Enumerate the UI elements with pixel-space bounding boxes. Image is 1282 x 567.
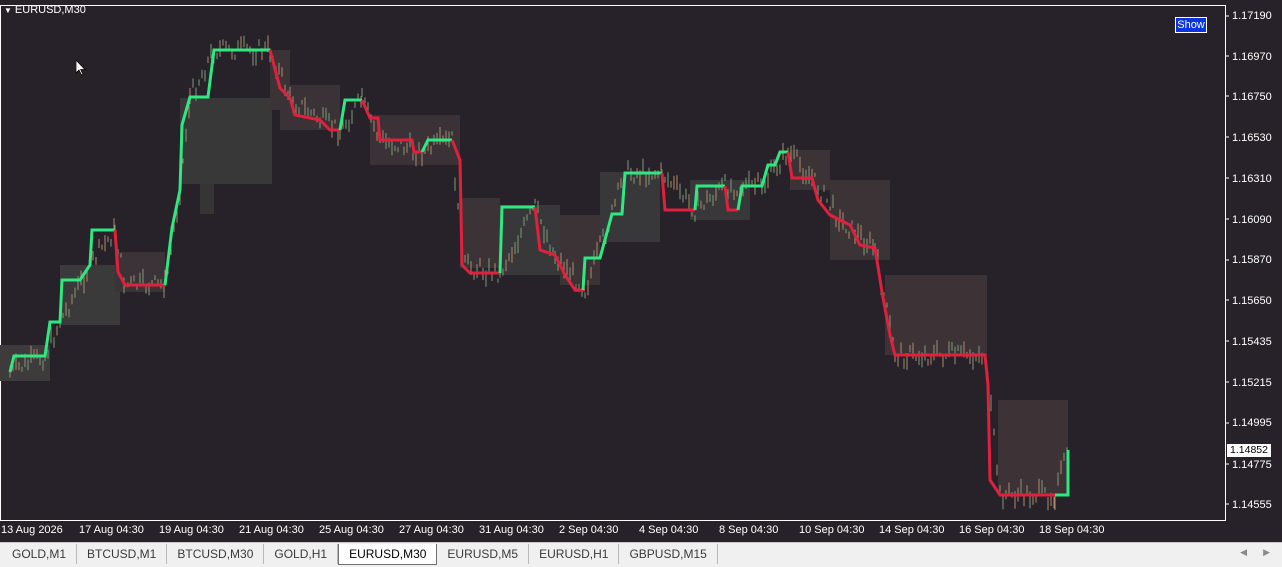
arrow-left-icon[interactable]: ◀	[1240, 547, 1247, 558]
tab-gold-h1[interactable]: GOLD,H1	[264, 544, 339, 564]
chart-tab-bar: GOLD,M1 BTCUSD,M1 BTCUSD,M30 GOLD,H1 EUR…	[0, 542, 1282, 567]
tab-gbpusd-m15[interactable]: GBPUSD,M15	[619, 544, 718, 564]
time-axis-label: 2 Sep 04:30	[559, 524, 619, 536]
triangle-down-icon[interactable]: ▼	[4, 6, 12, 15]
time-axis-label: 14 Sep 04:30	[879, 524, 945, 536]
time-axis-label: 21 Aug 04:30	[239, 524, 304, 536]
time-axis-label: 18 Sep 04:30	[1039, 524, 1105, 536]
price-axis-label: 1.14995	[1232, 417, 1272, 429]
time-axis-label: 25 Aug 04:30	[319, 524, 384, 536]
price-axis-label: 1.16750	[1232, 91, 1272, 103]
symbol-label: EURUSD,M30	[14, 4, 86, 16]
tab-gold-m1[interactable]: GOLD,M1	[2, 544, 78, 564]
price-axis-label: 1.15215	[1232, 377, 1272, 389]
price-axis-label: 1.17190	[1232, 10, 1272, 22]
range-box	[790, 150, 830, 190]
range-boxes	[0, 50, 1068, 495]
price-axis-label: 1.16090	[1232, 214, 1272, 226]
tab-eurusd-h1[interactable]: EURUSD,H1	[529, 544, 620, 564]
time-axis-label: 19 Aug 04:30	[159, 524, 224, 536]
time-axis-label: 10 Sep 04:30	[799, 524, 865, 536]
range-box	[200, 184, 214, 214]
tab-btcusd-m1[interactable]: BTCUSD,M1	[77, 544, 168, 564]
range-box	[460, 198, 500, 268]
current-price-tag: 1.14852	[1227, 444, 1271, 457]
range-box	[500, 205, 560, 275]
tab-eurusd-m5[interactable]: EURUSD,M5	[437, 544, 530, 564]
price-axis-label: 1.15870	[1232, 254, 1272, 266]
mouse-pointer-icon	[75, 58, 86, 81]
time-axis-label: 4 Sep 04:30	[639, 524, 699, 536]
tab-scroll: ◀ ▶	[1240, 547, 1270, 558]
range-box	[885, 275, 987, 355]
price-axis-label: 1.15435	[1232, 336, 1272, 348]
chart-tabs: GOLD,M1 BTCUSD,M1 BTCUSD,M30 GOLD,H1 EUR…	[2, 544, 718, 565]
price-axis-label: 1.14555	[1232, 499, 1272, 511]
price-axis-label: 1.16310	[1232, 173, 1272, 185]
tab-btcusd-m30[interactable]: BTCUSD,M30	[167, 544, 265, 564]
price-axis-label: 1.14775	[1232, 459, 1272, 471]
price-axis-label: 1.16970	[1232, 51, 1272, 63]
time-axis-label: 13 Aug 2026	[1, 524, 63, 536]
tab-eurusd-m30[interactable]: EURUSD,M30	[338, 544, 438, 565]
chart-window[interactable]: ▼ EURUSD,M30 Show 1.17190 1.16970 1.1675…	[0, 0, 1282, 542]
price-axis-label: 1.16530	[1232, 132, 1272, 144]
time-axis-label: 27 Aug 04:30	[399, 524, 464, 536]
time-axis-label: 16 Sep 04:30	[959, 524, 1025, 536]
time-axis-label: 8 Sep 04:30	[719, 524, 779, 536]
arrow-right-icon[interactable]: ▶	[1263, 547, 1270, 558]
price-chart[interactable]	[0, 0, 1282, 542]
time-axis-label: 17 Aug 04:30	[79, 524, 144, 536]
symbol-title[interactable]: ▼ EURUSD,M30	[4, 4, 86, 16]
range-box	[180, 98, 272, 184]
range-box	[280, 85, 340, 130]
price-axis-label: 1.15650	[1232, 295, 1272, 307]
show-button[interactable]: Show	[1175, 17, 1207, 33]
time-axis-label: 31 Aug 04:30	[479, 524, 544, 536]
